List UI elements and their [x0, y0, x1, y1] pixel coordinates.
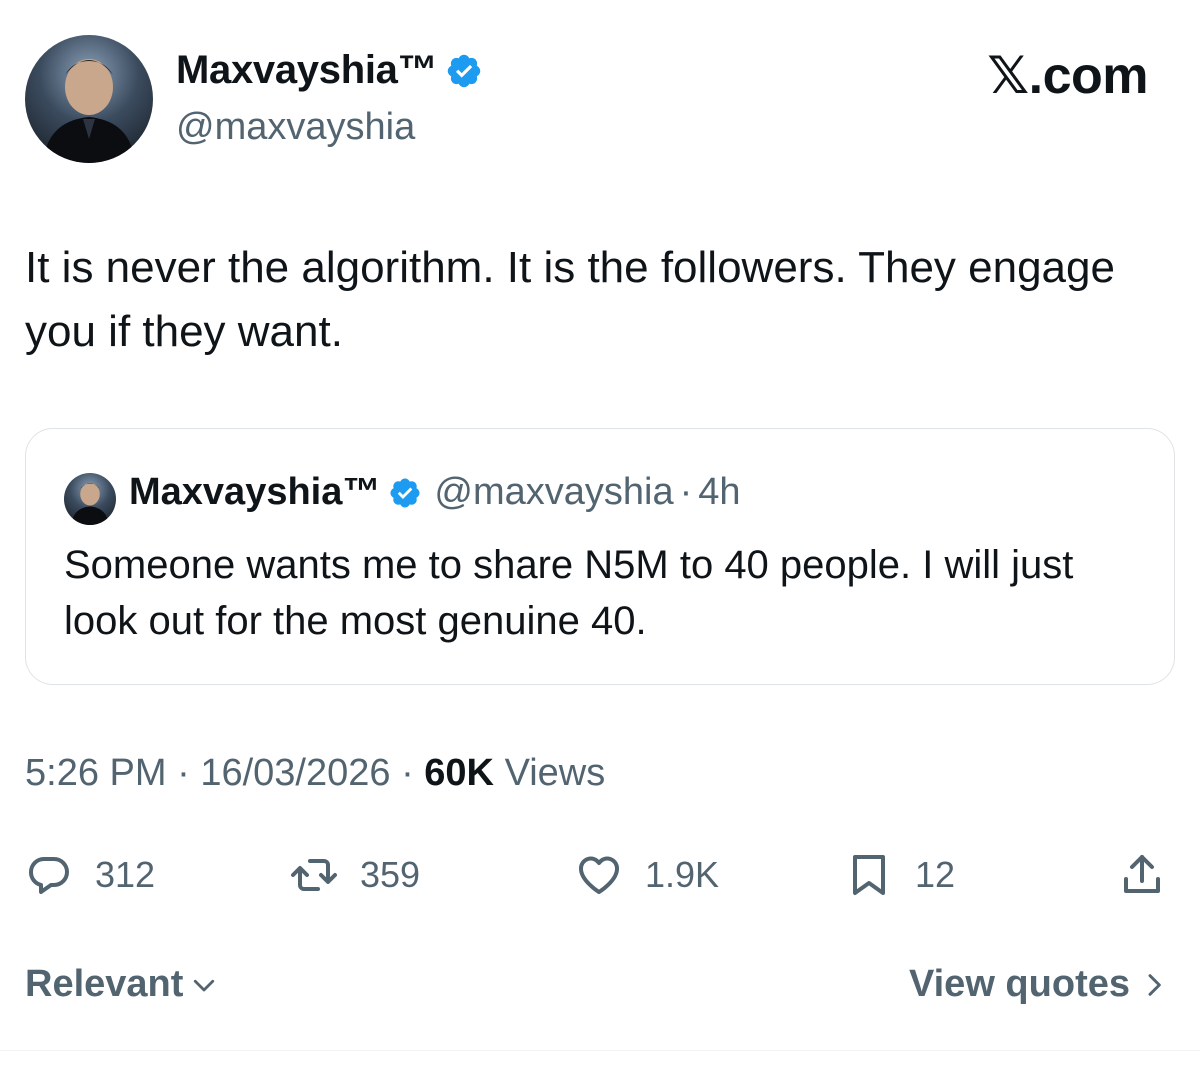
view-quotes-link[interactable]: View quotes [909, 963, 1170, 1006]
reply-button[interactable]: 312 [25, 835, 155, 915]
share-button[interactable] [1118, 835, 1166, 915]
tweet-date[interactable]: 16/03/2026 [200, 752, 390, 794]
avatar-photo-icon [43, 59, 135, 163]
view-quotes-label: View quotes [908, 963, 1130, 1005]
separator-dot: · [679, 471, 693, 513]
author-avatar[interactable] [25, 35, 153, 163]
bookmark-button[interactable]: 12 [845, 835, 955, 915]
verified-badge-icon [448, 54, 481, 87]
quoted-tweet-body: Someone wants me to share N5M to 40 peop… [64, 543, 1074, 643]
separator-dot: · [177, 752, 190, 794]
quoted-tweet-header: Maxvayshia™ @maxvayshia · 4h [129, 471, 741, 514]
chevron-down-icon [194, 979, 215, 991]
reply-count: 312 [95, 854, 156, 895]
share-icon [1124, 855, 1160, 893]
views-count: 60K [424, 752, 494, 794]
replies-footer: Relevant View quotes [0, 955, 1200, 1025]
brand-watermark: 𝕏.com [987, 47, 1148, 105]
like-button[interactable]: 1.9K [575, 835, 719, 915]
divider [0, 1050, 1200, 1051]
quoted-author-avatar[interactable] [64, 473, 116, 525]
views-label: Views [504, 752, 606, 794]
separator-dot: · [401, 752, 414, 794]
repost-icon [291, 859, 337, 891]
tweet-header: Maxvayshia™ @maxvayshia 𝕏.com [0, 0, 1200, 190]
bookmark-count: 12 [915, 854, 956, 895]
tweet-metadata: 5:26 PM · 16/03/2026 · 60K Views [25, 752, 605, 795]
action-bar: 312 359 1.9K 12 [0, 835, 1200, 915]
author-display-name[interactable]: Maxvayshia™ [176, 48, 483, 93]
quoted-author-name[interactable]: Maxvayshia™ [129, 471, 380, 514]
author-handle[interactable]: @maxvayshia [176, 106, 415, 149]
tweet-time[interactable]: 5:26 PM [25, 752, 167, 794]
heart-icon [579, 856, 619, 894]
verified-badge-icon [390, 477, 420, 508]
avatar-photo-icon [71, 482, 109, 525]
author-name-text: Maxvayshia™ [176, 48, 438, 92]
repost-count: 359 [360, 854, 421, 895]
like-count: 1.9K [645, 854, 720, 895]
sort-replies-dropdown[interactable]: Relevant [25, 963, 219, 1006]
sort-label: Relevant [25, 963, 184, 1005]
repost-button[interactable]: 359 [290, 835, 420, 915]
reply-icon [29, 857, 69, 894]
tweet-body: It is never the algorithm. It is the fol… [25, 243, 1115, 356]
quoted-author-handle[interactable]: @maxvayshia [434, 471, 673, 514]
quoted-tweet-time[interactable]: 4h [698, 471, 740, 514]
chevron-right-icon [1148, 973, 1161, 996]
bookmark-icon [853, 855, 885, 895]
quoted-tweet-card[interactable]: Maxvayshia™ @maxvayshia · 4h Someone wan… [25, 428, 1175, 685]
